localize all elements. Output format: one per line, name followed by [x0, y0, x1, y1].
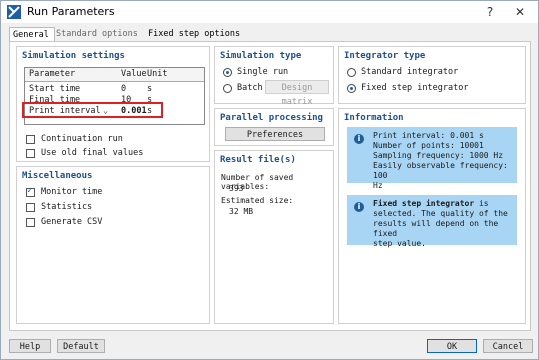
col-header-unit: Unit — [147, 69, 168, 79]
cell-param: Start time — [29, 84, 81, 94]
statistics-checkbox[interactable] — [26, 203, 35, 212]
simulation-settings-title: Simulation settings — [22, 51, 125, 61]
statistics-label: Statistics — [41, 202, 93, 212]
simulation-type-panel: Simulation type Single run Batch Design … — [214, 46, 334, 107]
table-row[interactable]: Start time 0 s — [25, 84, 204, 95]
info-text: Fixed step integrator is selected. The q… — [373, 199, 515, 249]
integrator-type-title: Integrator type — [344, 51, 426, 61]
result-files-title: Result file(s) — [220, 155, 296, 165]
design-matrix-button[interactable]: Design matrix — [265, 80, 329, 107]
tab-fixed-step-options[interactable]: Fixed step options — [145, 27, 247, 41]
simulation-type-title: Simulation type — [220, 51, 302, 61]
cell-unit: s — [147, 84, 153, 94]
info-box-integrator: i Fixed step integrator is selected. The… — [347, 195, 517, 248]
info-icon: i — [354, 134, 364, 144]
cell-value[interactable]: 0 — [121, 84, 126, 95]
standard-integrator-radio[interactable] — [347, 68, 356, 77]
col-header-parameter: Parameter — [29, 69, 76, 79]
simulation-settings-panel: Simulation settings Parameter Value Unit… — [16, 46, 210, 162]
info-bold-text: Fixed step integrator — [373, 199, 475, 208]
preferences-button[interactable]: Preferences — [225, 127, 325, 141]
app-icon — [7, 5, 21, 19]
run-parameters-dialog: Run Parameters ? ✕ General Standard opti… — [0, 0, 539, 360]
tab-general[interactable]: General — [9, 27, 55, 42]
title-bar: Run Parameters ? ✕ — [1, 1, 538, 23]
monitor-time-label: Monitor time — [41, 187, 103, 197]
miscellaneous-title: Miscellaneous — [22, 171, 93, 181]
integrator-type-panel: Integrator type Standard integrator Fixe… — [338, 46, 526, 104]
table-header: Parameter Value Unit — [25, 68, 204, 82]
information-panel: Information i Print interval: 0.001 s Nu… — [338, 108, 526, 324]
continuation-run-label: Continuation run — [41, 134, 123, 144]
continuation-run-checkbox[interactable] — [26, 135, 35, 144]
information-title: Information — [344, 113, 404, 123]
fixed-step-integrator-label: Fixed step integrator — [361, 83, 469, 93]
monitor-time-checkbox[interactable] — [26, 186, 35, 197]
use-old-final-values-checkbox[interactable] — [26, 149, 35, 158]
help-icon[interactable]: ? — [479, 3, 501, 21]
help-button[interactable]: Help — [9, 339, 51, 353]
info-icon: i — [354, 202, 364, 212]
standard-integrator-label: Standard integrator — [361, 67, 459, 77]
info-box-print: i Print interval: 0.001 s Number of poin… — [347, 127, 517, 190]
result-files-panel: Result file(s) Number of saved variables… — [214, 150, 334, 324]
saved-variables-value: 393 — [229, 184, 244, 193]
estimated-size-value: 32 MB — [229, 207, 254, 216]
window-title: Run Parameters — [27, 5, 115, 18]
highlight-box — [22, 102, 163, 118]
fixed-step-integrator-radio[interactable] — [347, 84, 356, 93]
close-icon[interactable]: ✕ — [509, 3, 531, 21]
col-header-value: Value — [121, 69, 147, 79]
ok-button[interactable]: OK — [427, 339, 477, 353]
generate-csv-label: Generate CSV — [41, 217, 103, 227]
parallel-processing-title: Parallel processing — [220, 113, 323, 123]
single-run-radio[interactable] — [223, 68, 232, 77]
parallel-processing-panel: Parallel processing Preferences — [214, 108, 334, 146]
single-run-label: Single run — [237, 67, 289, 77]
estimated-size-label: Estimated size: — [221, 196, 294, 205]
batch-radio[interactable] — [223, 84, 232, 93]
batch-label: Batch — [237, 83, 263, 93]
tab-content: Simulation settings Parameter Value Unit… — [9, 41, 531, 331]
tab-standard-options[interactable]: Standard options — [53, 27, 147, 41]
generate-csv-checkbox[interactable] — [26, 218, 35, 227]
default-button[interactable]: Default — [57, 339, 105, 353]
use-old-final-values-label: Use old final values — [41, 148, 144, 158]
cancel-button[interactable]: Cancel — [483, 339, 533, 353]
info-text: Print interval: 0.001 s Number of points… — [373, 131, 508, 190]
miscellaneous-panel: Miscellaneous Monitor time Statistics Ge… — [16, 166, 210, 324]
